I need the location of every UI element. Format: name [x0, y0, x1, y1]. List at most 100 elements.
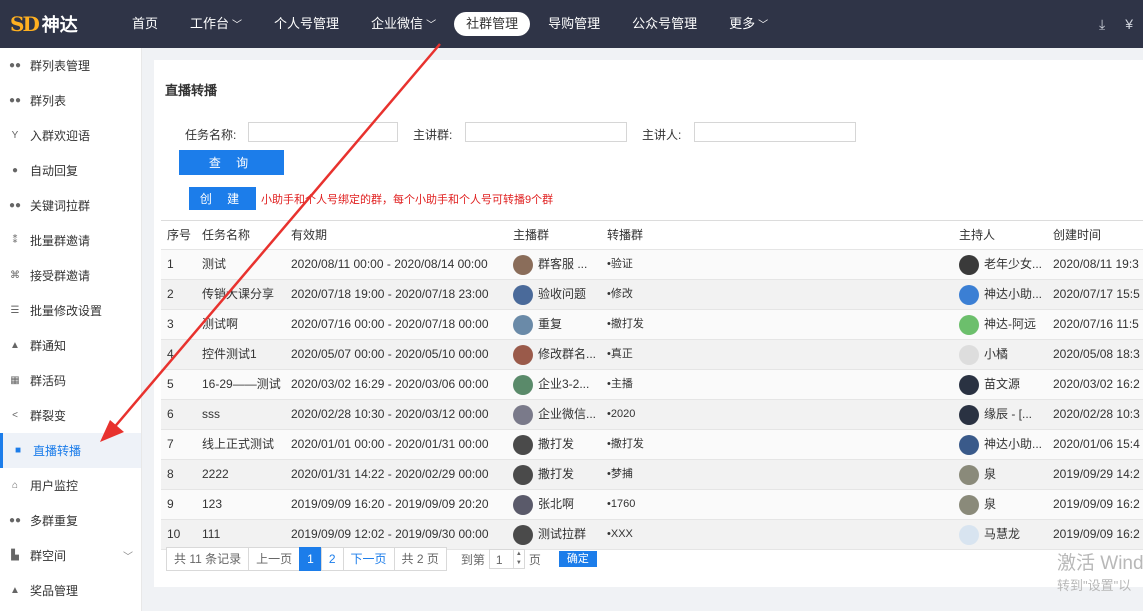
sidebar-item-group-space[interactable]: ▙ 群空间 ﹀ — [0, 538, 141, 573]
main-nav: 首页 工作台 ﹀ 个人号管理 企业微信 ﹀ 社群管理 导购管理 公众号管理 更多 ﹀ — [118, 0, 786, 48]
group-icon: ●● — [8, 95, 22, 106]
prev-page-button[interactable]: 上一页 — [248, 547, 301, 571]
cell-period: 2020/02/28 10:30 - 2020/03/12 00:00 — [291, 407, 489, 421]
filter-bar: 任务名称: 主讲群: 主讲人: — [154, 122, 1143, 144]
nav-official-account[interactable]: 公众号管理 — [618, 12, 711, 36]
sidebar-item-group-notice[interactable]: ▲ 群通知 — [0, 328, 141, 363]
cell-task-name: 111 — [202, 527, 221, 541]
sidebar-item-batch-invite[interactable]: ⁑ 批量群邀请 — [0, 223, 141, 258]
col-header-host[interactable]: 主持人 — [959, 221, 1051, 250]
relay-task-table: 序号 任务名称 有效期 主播群 转播群 主持人 创建时间 1 测试 2020/08/… — [161, 220, 1143, 550]
sidebar-item-group-fission[interactable]: < 群裂变 — [0, 398, 141, 433]
group-icon: ●● — [8, 60, 22, 71]
col-header-host-group[interactable]: 主播群 — [513, 221, 605, 250]
sidebar-item-live-relay[interactable]: ■ 直播转播 — [0, 433, 141, 468]
sidebar-item-group-list[interactable]: ●● 群列表 — [0, 83, 141, 118]
col-header-task-name[interactable]: 任务名称 — [202, 221, 287, 250]
col-header-period[interactable]: 有效期 — [291, 221, 511, 250]
sidebar-item-batch-settings[interactable]: ☰ 批量修改设置 — [0, 293, 141, 328]
task-name-input[interactable] — [248, 122, 398, 142]
group-avatar — [513, 374, 533, 395]
cell-created: 2020/01/06 15:4 — [1053, 437, 1140, 451]
cell-period: 2020/07/18 19:00 - 2020/07/18 23:00 — [291, 287, 489, 301]
host-avatar — [959, 494, 979, 515]
table-row[interactable]: 8 2222 2020/01/31 14:22 - 2020/02/29 00:00… — [161, 460, 1143, 490]
video-icon: ■ — [14, 445, 22, 456]
sidebar-item-accept-invite[interactable]: ⌘ 接受群邀请 — [0, 258, 141, 293]
page-jump-input[interactable]: 1 ▲ ▼ — [488, 549, 525, 569]
speaker-label: 主讲人: — [642, 128, 682, 142]
page-1-button[interactable]: 1 — [299, 547, 322, 571]
cell-created: 2020/03/02 16:2 — [1053, 377, 1140, 391]
col-header-created[interactable]: 创建时间 — [1053, 221, 1143, 250]
space-icon: ▙ — [11, 550, 19, 561]
cell-no: 2 — [167, 287, 174, 301]
cell-host: 神达小助... — [959, 430, 1051, 459]
cell-task-name: 线上正式测试 — [202, 437, 275, 451]
cell-host: 泉 — [959, 460, 1051, 489]
query-button[interactable]: 查 询 — [179, 150, 284, 175]
top-navbar: SD 神达 首页 工作台 ﹀ 个人号管理 企业微信 ﹀ 社群管理 导购管理 公众号管… — [0, 0, 1143, 48]
sidebar-item-group-qrcode[interactable]: ▦ 群活码 — [0, 363, 141, 398]
cell-task-name: 控件测试1 — [202, 347, 257, 361]
cell-relay-group: •梦捕 — [607, 468, 633, 480]
table-row[interactable]: 1 测试 2020/08/11 00:00 - 2020/08/14 00:00 群客… — [161, 250, 1143, 280]
group-icon: ●● — [8, 200, 22, 211]
cell-created: 2020/08/11 19:3 — [1053, 257, 1139, 271]
cell-created: 2019/09/09 16:2 — [1053, 497, 1140, 511]
table-row[interactable]: 9 123 2019/09/09 16:20 - 2019/09/09 20:20 张… — [161, 490, 1143, 520]
next-page-button[interactable]: 下一页 — [342, 547, 395, 571]
table-row[interactable]: 10 111 2019/09/09 12:02 - 2019/09/30 00:00… — [161, 520, 1143, 550]
col-header-no[interactable]: 序号 — [167, 221, 197, 250]
create-button[interactable]: 创 建 — [189, 187, 256, 210]
nav-more[interactable]: 更多 ﹀ — [715, 12, 782, 36]
brand-logo[interactable]: SD 神达 — [0, 11, 118, 37]
table-row[interactable]: 2 传销大课分享 2020/07/18 19:00 - 2020/07/18 23:… — [161, 280, 1143, 310]
page-2-button[interactable]: 2 — [320, 547, 344, 571]
cell-relay-group: •真正 — [607, 348, 633, 360]
table-row[interactable]: 6 sss 2020/02/28 10:30 - 2020/03/12 00:00 企… — [161, 400, 1143, 430]
jump-confirm-button[interactable]: 确定 — [558, 551, 597, 567]
nav-community-management[interactable]: 社群管理 — [454, 12, 531, 36]
group-avatar — [513, 434, 533, 455]
cell-host-group: 撒打发 — [513, 460, 605, 489]
cell-relay-group: •修改 — [607, 288, 633, 300]
speaker-input[interactable] — [694, 122, 856, 142]
main-panel: 直播转播 任务名称: 主讲群: 主讲人: 查 询 创 建 小助手和个人号绑定的群… — [154, 60, 1143, 587]
nav-home[interactable]: 首页 — [118, 12, 172, 36]
top-right-icons: ⤓ ¥ — [1089, 0, 1143, 48]
sidebar-item-auto-reply[interactable]: ● 自动回复 — [0, 153, 141, 188]
table-row[interactable]: 4 控件测试1 2020/05/07 00:00 - 2020/05/10 00:0… — [161, 340, 1143, 370]
download-icon[interactable]: ⤓ — [1099, 16, 1105, 33]
nav-shopping-guide[interactable]: 导购管理 — [534, 12, 614, 36]
sidebar-item-keyword-group[interactable]: ●● 关键词拉群 — [0, 188, 141, 223]
sidebar-item-group-list-manage[interactable]: ●● 群列表管理 — [0, 48, 141, 83]
home-icon: ⌂ — [11, 480, 19, 491]
cell-host-group: 修改群名... — [513, 340, 605, 369]
table-row[interactable]: 5 16-29——测试 2020/03/02 16:29 - 2020/03/06 … — [161, 370, 1143, 400]
nav-enterprise-wechat[interactable]: 企业微信 ﹀ — [357, 12, 450, 36]
cell-no: 6 — [167, 407, 174, 421]
table-row[interactable]: 3 测试啊 2020/07/16 00:00 - 2020/07/18 00:00 重… — [161, 310, 1143, 340]
sidebar-item-multi-group-duplicate[interactable]: ●● 多群重复 — [0, 503, 141, 538]
host-avatar — [959, 434, 979, 455]
cell-host-group: 撒打发 — [513, 430, 605, 459]
host-avatar — [959, 404, 979, 425]
relay-limit-tip: 小助手和个人号绑定的群，每个小助手和个人号可转播9个群 — [261, 194, 554, 206]
host-avatar — [959, 464, 979, 485]
stepper-icon[interactable]: ▲ ▼ — [512, 550, 524, 568]
host-group-input[interactable] — [465, 122, 627, 142]
sidebar-item-welcome[interactable]: Y 入群欢迎语 — [0, 118, 141, 153]
cell-host-group: 验收问题 — [513, 280, 605, 309]
sidebar-item-user-monitor[interactable]: ⌂ 用户监控 — [0, 468, 141, 503]
thumb-icon: ▲ — [10, 585, 20, 596]
nav-workbench[interactable]: 工作台 ﹀ — [176, 12, 256, 36]
cell-period: 2020/01/01 00:00 - 2020/01/31 00:00 — [291, 437, 489, 451]
cell-task-name: 测试 — [202, 257, 227, 271]
col-header-relay-group[interactable]: 转播群 — [607, 221, 727, 250]
currency-icon[interactable]: ¥ — [1125, 16, 1133, 32]
nav-personal-account[interactable]: 个人号管理 — [260, 12, 353, 36]
sidebar-item-prize-manage[interactable]: ▲ 奖品管理 — [0, 573, 141, 608]
page-count: 共 2 页 — [393, 547, 447, 571]
table-row[interactable]: 7 线上正式测试 2020/01/01 00:00 - 2020/01/31 00:… — [161, 430, 1143, 460]
